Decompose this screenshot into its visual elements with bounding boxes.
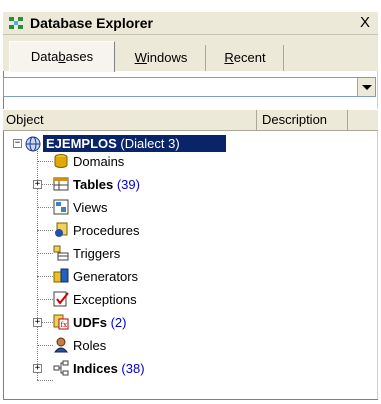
tree-item-domains[interactable]: Domains (3, 151, 378, 172)
tab-recent-label-b: R (224, 50, 234, 65)
tree-item-label: Domains (73, 154, 125, 169)
tree-header: Object Description (3, 109, 378, 131)
trigger-icon (53, 245, 69, 261)
tree-item-procedures[interactable]: Procedures (3, 220, 378, 241)
tree-item-roles[interactable]: Roles (3, 335, 378, 356)
tree-item-label: Procedures (73, 223, 140, 238)
tree-item-label: Roles (73, 338, 107, 353)
tree-item-name: UDFs (73, 315, 107, 330)
tab-bar: Databases Windows Recent (3, 35, 378, 72)
tree-item-name: Indices (73, 361, 118, 376)
expand-icon[interactable]: + (33, 318, 42, 327)
tree-item-count: (38) (121, 361, 145, 376)
tab-windows-label-c: indows (146, 50, 188, 65)
tree-item-udfs[interactable]: + fx UDFs (2) (3, 312, 378, 333)
tree-item-label: Triggers (73, 246, 121, 261)
tab-windows[interactable]: Windows (117, 45, 206, 71)
tree-item-count: (39) (116, 177, 140, 192)
window-title: Database Explorer (30, 15, 153, 31)
column-object[interactable]: Object (3, 110, 257, 130)
expand-icon[interactable]: + (33, 364, 42, 373)
tab-databases-label-c: ases (65, 49, 94, 64)
view-icon (53, 199, 69, 215)
tree-item-count: (2) (110, 315, 127, 330)
tab-windows-label-b: W (134, 50, 147, 65)
tree-item-label: Views (73, 200, 108, 215)
database-icon (25, 136, 41, 152)
role-icon (53, 337, 69, 353)
close-icon[interactable]: X (356, 14, 374, 32)
udf-icon: fx (53, 314, 69, 330)
collapse-icon[interactable]: − (13, 139, 22, 148)
generator-icon (53, 268, 69, 283)
filter-combo[interactable] (3, 77, 376, 97)
chevron-down-icon (362, 85, 372, 90)
filter-dropdown-button[interactable] (357, 78, 375, 96)
tree-item-label: Exceptions (73, 292, 137, 307)
tab-databases[interactable]: Databases (9, 41, 115, 72)
procedure-icon (55, 222, 68, 237)
table-icon (53, 177, 69, 191)
column-description[interactable]: Description (258, 110, 348, 130)
tree-item-triggers[interactable]: Triggers (3, 243, 378, 264)
index-icon (53, 360, 69, 376)
expand-icon[interactable]: + (33, 180, 42, 189)
tree-root-name: EJEMPLOS (46, 136, 117, 151)
tree-item-label: Indices (38) (73, 358, 145, 379)
title-bar[interactable]: Database Explorer X (3, 12, 378, 35)
tree-item-label: UDFs (2) (73, 312, 126, 333)
tree-item-label: Tables (39) (73, 174, 140, 195)
object-tree[interactable]: − EJEMPLOS (Dialect 3) Domains + Tables … (3, 130, 378, 400)
tree-item-tables[interactable]: + Tables (39) (3, 174, 378, 195)
tree-item-generators[interactable]: Generators (3, 266, 378, 287)
domain-icon (54, 154, 68, 168)
svg-text:fx: fx (61, 321, 68, 329)
tab-recent[interactable]: Recent (207, 45, 284, 71)
tab-databases-label-a: Data (30, 49, 59, 64)
tree-root-suffix: (Dialect 3) (120, 136, 180, 151)
tree-connector (37, 380, 53, 381)
tree-item-label: Generators (73, 269, 139, 284)
exception-icon (53, 291, 69, 307)
tree-item-views[interactable]: Views (3, 197, 378, 218)
tab-databases-label-b: b (58, 49, 66, 64)
database-explorer-icon (9, 17, 23, 29)
tree-item-exceptions[interactable]: Exceptions (3, 289, 378, 310)
tree-item-name: Tables (73, 177, 114, 192)
tab-recent-label-c: ecent (233, 50, 266, 65)
tree-item-indices[interactable]: + Indices (38) (3, 358, 378, 379)
